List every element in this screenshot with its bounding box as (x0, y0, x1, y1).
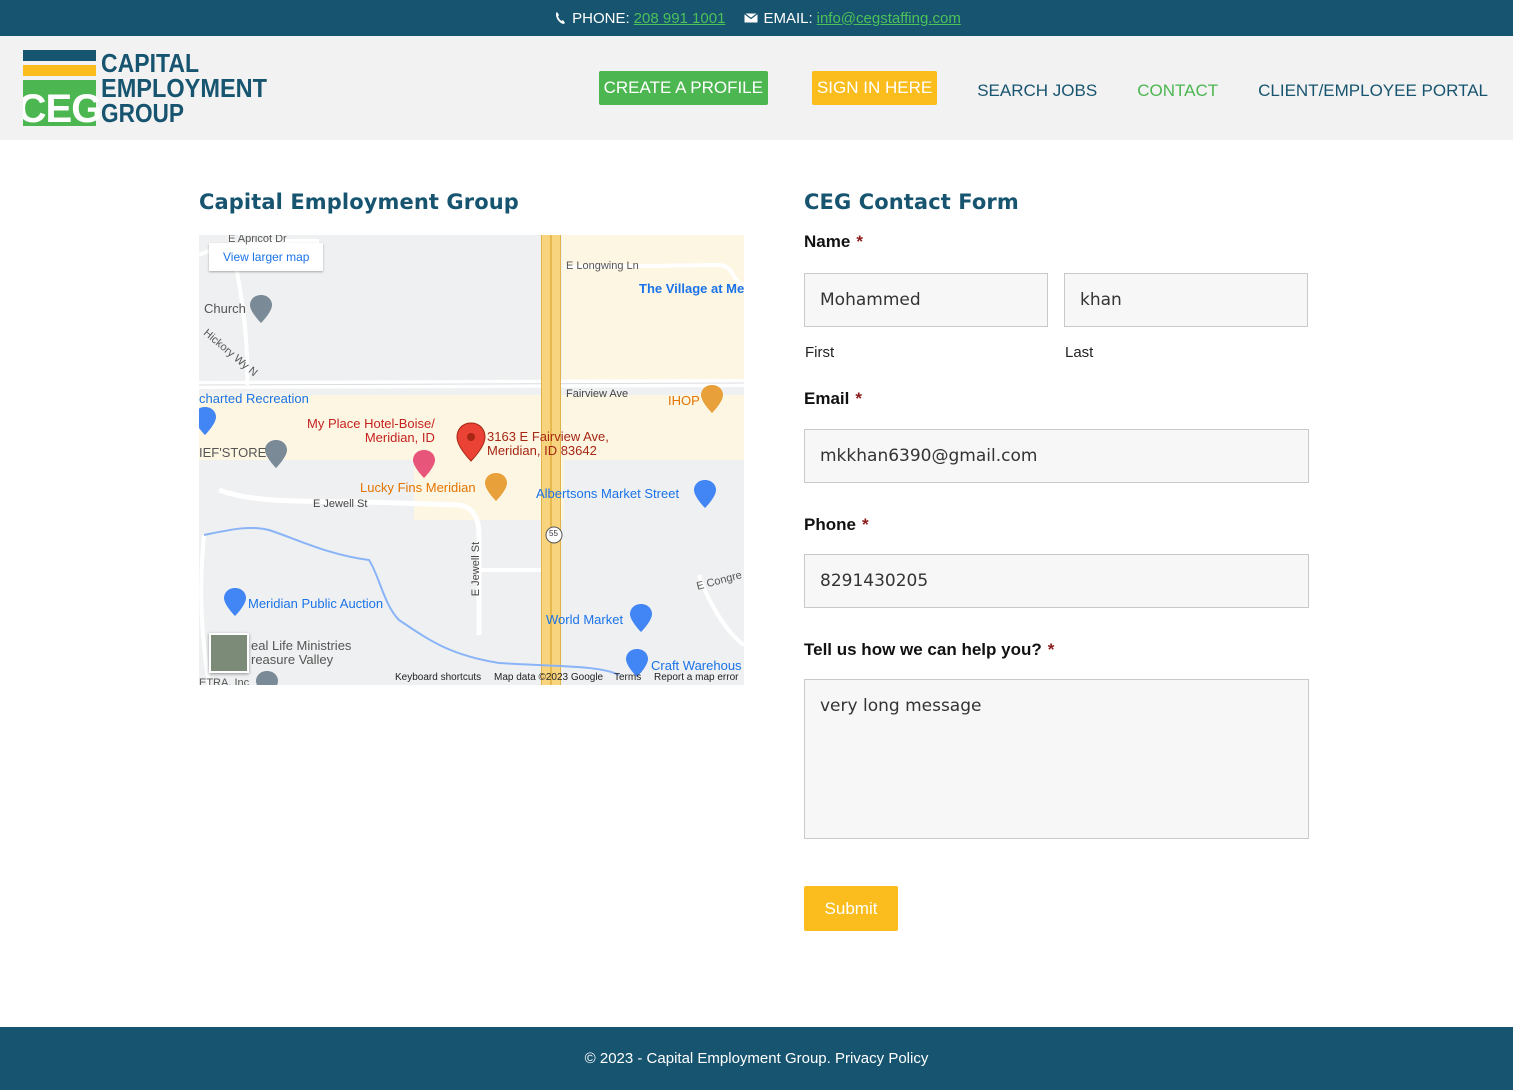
site-footer: © 2023 - Capital Employment Group. Priva… (0, 1027, 1513, 1090)
message-label-row: Tell us how we can help you? * (804, 640, 1054, 660)
footer-text[interactable]: © 2023 - Capital Employment Group. Priva… (585, 1050, 929, 1067)
form-heading: CEG Contact Form (804, 190, 1019, 214)
required-mark: * (1047, 640, 1055, 659)
phone-label-row: Phone * (804, 515, 869, 535)
map-label-world-market: World Market (546, 612, 624, 627)
map-label-real-life: eal Life Ministries reasure Valley (251, 638, 352, 667)
last-name-input[interactable]: khan (1064, 273, 1308, 327)
map-label-longwing: E Longwing Ln (566, 260, 639, 272)
main-nav: CREATE A PROFILE SIGN IN HERE SEARCH JOB… (598, 70, 1488, 106)
required-mark: * (861, 515, 869, 534)
required-mark: * (856, 232, 863, 251)
map-label-address: 3163 E Fairview Ave, Meridian, ID 83642 (487, 429, 609, 458)
phone-input[interactable]: 8291430205 (804, 554, 1309, 608)
logo-line3: GROUP (101, 98, 184, 126)
message-label-text: Tell us how we can help you? (804, 640, 1042, 659)
message-textarea[interactable]: very long message (804, 679, 1309, 839)
map-label-luckyfins: Lucky Fins Meridian (360, 480, 476, 495)
map-label-chefstore: IEF'STORE (199, 445, 267, 460)
nav-search-jobs[interactable]: SEARCH JOBS (977, 65, 1097, 111)
email-input[interactable]: mkkhan6390@gmail.com (804, 429, 1309, 483)
ceg-logo[interactable]: CEG CAPITAL EMPLOYMENT GROUP (18, 48, 273, 131)
map-data-credit: Map data ©2023 Google (494, 672, 604, 683)
map-label-route55: 55 (549, 529, 558, 538)
map-label-church: Church (204, 301, 246, 316)
map-label-jewell: E Jewell St (313, 498, 368, 510)
phone-label-text: Phone (804, 515, 856, 534)
name-label-text: Name (804, 232, 851, 251)
map-label-public-auction: Meridian Public Auction (248, 596, 384, 611)
map-keyboard-shortcuts[interactable]: Keyboard shortcuts (395, 672, 481, 683)
submit-button[interactable]: Submit (804, 886, 898, 931)
satellite-toggle[interactable] (209, 633, 249, 673)
map-label-ihop: IHOP (668, 393, 700, 408)
name-label: Name * (804, 232, 863, 252)
map-label-jewell-vertical: E Jewell St (470, 541, 483, 597)
email-label-row: Email * (804, 389, 862, 409)
sign-in-button[interactable]: SIGN IN HERE (811, 71, 938, 105)
map-label-hotel: My Place Hotel-Boise/ Meridian, ID (307, 416, 435, 445)
main-content: Capital Employment Group View larger map… (0, 140, 1513, 1027)
email-label-text: Email (804, 389, 850, 408)
phone-link[interactable]: 208 991 1001 (634, 10, 726, 27)
map-terms-link[interactable]: Terms (614, 672, 641, 683)
google-map[interactable]: View larger map E Apricot Dr E Longwing … (199, 235, 744, 685)
first-sublabel: First (805, 344, 835, 361)
view-larger-map-link[interactable]: View larger map (209, 243, 324, 271)
map-label-albertsons: Albertsons Market Street (536, 486, 680, 501)
nav-contact[interactable]: CONTACT (1137, 65, 1218, 111)
email-label: EMAIL: (763, 9, 813, 27)
nav-portal[interactable]: CLIENT/EMPLOYEE PORTAL (1258, 65, 1488, 111)
map-report-error-link[interactable]: Report a map error (654, 672, 738, 683)
phone-item: PHONE: 208 991 1001 (552, 10, 725, 27)
email-item: EMAIL: info@cegstaffing.com (743, 9, 961, 27)
site-header: CEG CAPITAL EMPLOYMENT GROUP CREATE A PR… (0, 36, 1513, 140)
map-label-village: The Village at Me (639, 281, 744, 296)
logo-mark: CEG (23, 87, 101, 126)
map-label-recreation: charted Recreation (199, 391, 309, 406)
last-sublabel: Last (1065, 344, 1094, 361)
top-contact-bar: PHONE: 208 991 1001 EMAIL: info@cegstaff… (0, 0, 1513, 36)
create-profile-button[interactable]: CREATE A PROFILE (598, 71, 768, 105)
phone-label: PHONE: (572, 9, 630, 27)
email-link[interactable]: info@cegstaffing.com (817, 10, 961, 27)
map-label-fairview: Fairview Ave (566, 388, 629, 400)
map-label-craft: Craft Warehous (651, 658, 742, 673)
first-name-input[interactable]: Mohammed (804, 273, 1048, 327)
envelope-icon (743, 10, 759, 26)
map-label-apricot: E Apricot Dr (228, 235, 287, 245)
required-mark: * (855, 389, 862, 408)
phone-icon (552, 10, 568, 26)
location-heading: Capital Employment Group (199, 190, 519, 214)
map-label-etra: ETRA, Inc (199, 677, 250, 685)
